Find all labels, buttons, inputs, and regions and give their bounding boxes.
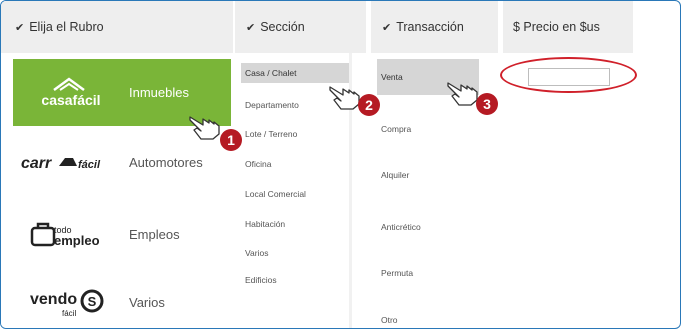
svg-text:vendo: vendo xyxy=(30,291,77,308)
svg-text:fácil: fácil xyxy=(78,159,101,171)
precio-header-label: $ Precio en $us xyxy=(513,20,600,34)
svg-text:S: S xyxy=(88,294,97,309)
transaccion-item-alquiler[interactable]: Alquiler xyxy=(377,165,479,185)
check-icon: ✔ xyxy=(382,21,392,34)
step-badge-2: 2 xyxy=(358,94,380,116)
rubro-item-label: Inmuebles xyxy=(129,85,189,100)
seccion-item-edificios[interactable]: Edificios xyxy=(241,270,349,290)
seccion-column: ✔ Sección Casa / Chalet Departamento Lot… xyxy=(235,1,366,328)
vendofacil-logo-icon: vendo S fácil xyxy=(21,269,121,328)
price-highlight-oval xyxy=(500,57,637,93)
transaccion-item-permuta[interactable]: Permuta xyxy=(377,263,479,283)
rubro-item-empleos[interactable]: todo empleo Empleos xyxy=(13,201,231,268)
seccion-item-lote-terreno[interactable]: Lote / Terreno xyxy=(241,124,349,144)
seccion-item-habitacion[interactable]: Habitación xyxy=(241,214,349,234)
seccion-header: ✔ Sección xyxy=(235,1,366,53)
seccion-header-label: Sección xyxy=(260,20,305,34)
todo-empleo-logo-icon: todo empleo xyxy=(21,201,121,268)
rubro-header: ✔ Elija el Rubro xyxy=(1,1,233,53)
svg-text:carr: carr xyxy=(21,155,52,172)
seccion-item-casa-chalet[interactable]: Casa / Chalet xyxy=(241,63,349,83)
transaccion-item-compra[interactable]: Compra xyxy=(377,119,479,139)
svg-text:empleo: empleo xyxy=(54,233,100,248)
transaccion-item-anticretico[interactable]: Anticrético xyxy=(377,217,479,237)
seccion-item-oficina[interactable]: Oficina xyxy=(241,154,349,174)
hand-pointer-icon xyxy=(189,116,220,140)
transaccion-column: ✔ Transacción Venta Compra Alquiler Anti… xyxy=(371,1,498,328)
precio-column: $ Precio en $us xyxy=(503,1,633,328)
transaccion-item-otro[interactable]: Otro xyxy=(377,310,479,328)
rubro-item-label: Empleos xyxy=(129,227,180,242)
svg-text:casafácil: casafácil xyxy=(41,92,100,108)
svg-text:fácil: fácil xyxy=(62,309,76,318)
seccion-item-local-comercial[interactable]: Local Comercial xyxy=(241,184,349,204)
transaccion-header-label: Transacción xyxy=(396,20,464,34)
check-icon: ✔ xyxy=(246,21,256,34)
rubro-column: ✔ Elija el Rubro casafácil Inmuebles car… xyxy=(1,1,233,328)
seccion-item-varios[interactable]: Varios xyxy=(241,243,349,263)
precio-header: $ Precio en $us xyxy=(503,1,633,53)
transaccion-header: ✔ Transacción xyxy=(371,1,498,53)
step-badge-3: 3 xyxy=(476,93,498,115)
rubro-item-varios[interactable]: vendo S fácil Varios xyxy=(13,269,231,328)
rubro-header-label: Elija el Rubro xyxy=(29,20,104,34)
category-selector-panel: ✔ Elija el Rubro casafácil Inmuebles car… xyxy=(0,0,681,329)
check-icon: ✔ xyxy=(15,21,25,34)
carrofacil-logo-icon: carr fácil xyxy=(21,129,121,196)
rubro-item-label: Automotores xyxy=(129,155,203,170)
rubro-item-label: Varios xyxy=(129,295,165,310)
step-badge-1: 1 xyxy=(220,129,242,151)
casafacil-logo-icon: casafácil xyxy=(21,59,121,126)
